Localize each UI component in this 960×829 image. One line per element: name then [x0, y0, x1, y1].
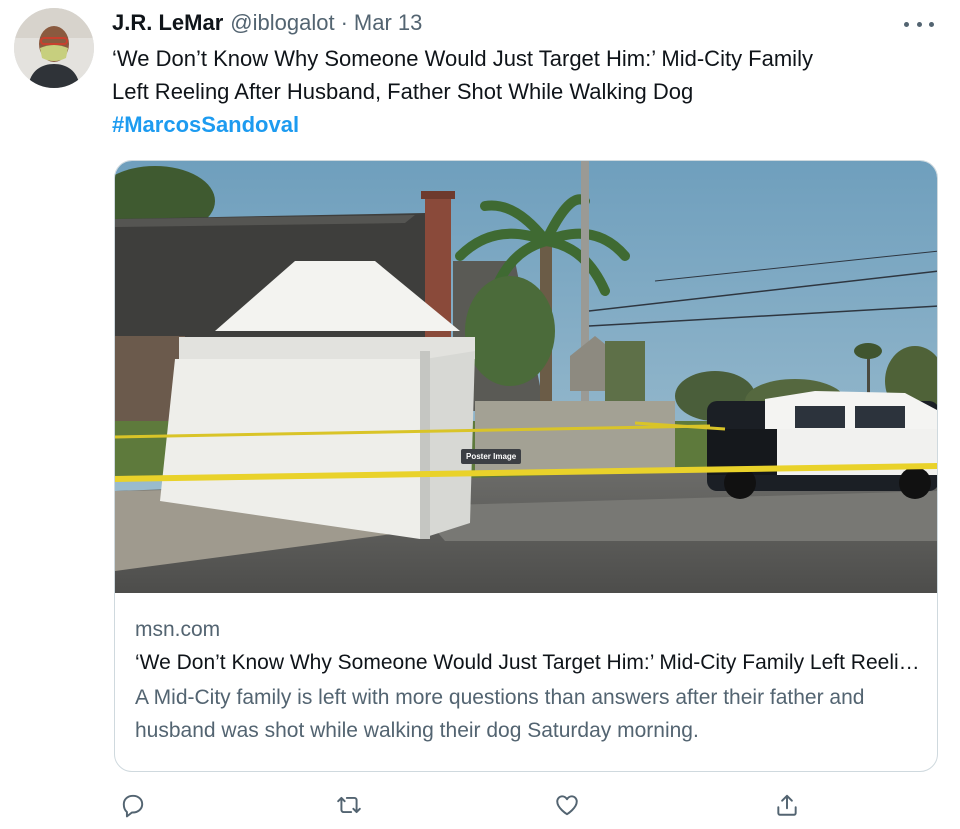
more-dot [916, 21, 922, 27]
tweet-date[interactable]: Mar 13 [354, 10, 422, 36]
card-body[interactable]: msn.com ‘We Don’t Know Why Someone Would… [135, 613, 925, 747]
share-button[interactable] [774, 792, 804, 822]
card-title: ‘We Don’t Know Why Someone Would Just Ta… [135, 651, 925, 674]
retweet-icon [337, 796, 361, 814]
reply-icon [122, 794, 144, 818]
avatar-image [14, 8, 94, 88]
reply-button[interactable] [120, 792, 150, 822]
more-dot [904, 21, 909, 27]
author-avatar[interactable] [14, 8, 94, 88]
author-name[interactable]: J.R. LeMar [112, 10, 223, 36]
link-preview-card[interactable]: Poster Image msn.com ‘We Don’t Know Why … [114, 160, 938, 772]
like-button[interactable] [554, 792, 584, 822]
poster-image-tag: Poster Image [461, 449, 522, 464]
author-handle[interactable]: @iblogalot [230, 10, 334, 36]
card-image[interactable]: Poster Image [115, 161, 937, 593]
heart-icon [556, 795, 578, 816]
card-domain: msn.com [135, 618, 221, 641]
hashtag-link[interactable]: #MarcosSandoval [112, 108, 932, 141]
tweet-header: J.R. LeMar @iblogalot · Mar 13 [112, 8, 422, 38]
more-options-icon[interactable] [904, 14, 934, 34]
share-icon [777, 794, 797, 816]
retweet-button[interactable] [336, 792, 366, 822]
tweet-text: ‘We Don’t Know Why Someone Would Just Ta… [112, 42, 932, 141]
tweet-text-line: Left Reeling After Husband, Father Shot … [112, 79, 694, 104]
separator-dot: · [340, 10, 348, 35]
tweet-actions [112, 792, 812, 822]
crime-scene-photo [115, 161, 937, 593]
tweet-text-line: ‘We Don’t Know Why Someone Would Just Ta… [112, 46, 813, 71]
card-description: A Mid-City family is left with more ques… [135, 686, 865, 742]
more-dot [929, 21, 934, 27]
